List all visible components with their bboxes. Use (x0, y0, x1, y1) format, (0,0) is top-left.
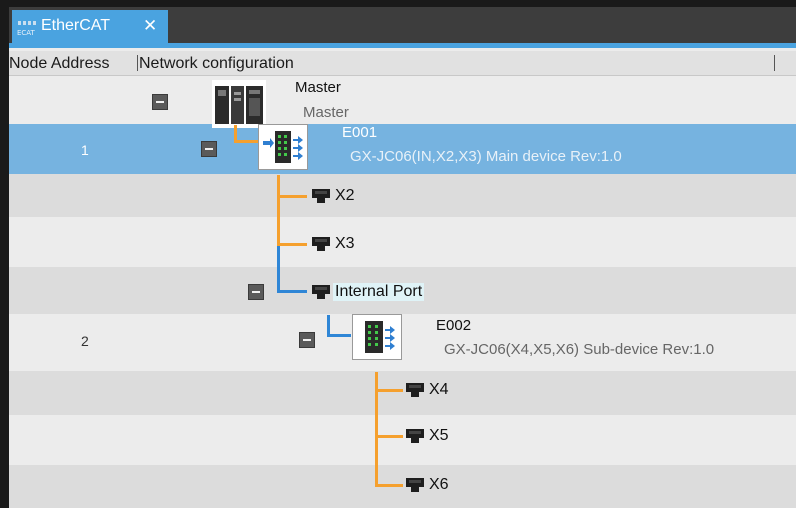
collapse-button-master[interactable] (152, 94, 168, 110)
network-config-panel: ECAT EtherCAT ✕ Node Address Network con… (9, 7, 796, 508)
cable-line (277, 243, 307, 246)
cable-line (375, 484, 403, 487)
table-row[interactable] (9, 76, 796, 124)
device-model: GX-JC06(X4,X5,X6) Sub-device Rev:1.0 (444, 341, 715, 358)
port-label: Internal Port (333, 283, 425, 301)
ethernet-port-icon (406, 478, 424, 492)
ethernet-port-icon (406, 383, 424, 397)
cable-line (327, 334, 351, 337)
io-module-icon (365, 321, 395, 353)
port-label: X3 (335, 235, 355, 252)
device-name: E002 (436, 317, 472, 334)
port-label: X5 (429, 427, 449, 444)
device-model: GX-JC06(IN,X2,X3) Main device Rev:1.0 (350, 148, 622, 165)
collapse-button-e002[interactable] (299, 332, 315, 348)
header-node-address[interactable]: Node Address (9, 55, 110, 73)
master-model: Master (303, 104, 349, 121)
ethernet-port-icon (312, 237, 330, 251)
column-divider[interactable] (137, 55, 138, 71)
port-label: X2 (335, 187, 355, 204)
tab-underline (9, 43, 796, 48)
table-row[interactable] (9, 415, 796, 465)
cable-line (375, 435, 403, 438)
node-address: 2 (81, 333, 89, 349)
device-name: E001 (342, 124, 378, 141)
node-address: 1 (81, 142, 89, 158)
device-e002-icon[interactable] (352, 314, 402, 360)
ethernet-port-icon (312, 189, 330, 203)
tab-bar: ECAT EtherCAT ✕ (9, 7, 796, 43)
cable-line (277, 290, 307, 293)
ethercat-icon: ECAT (16, 19, 38, 37)
device-e001-icon[interactable] (258, 124, 308, 170)
table-row[interactable] (9, 217, 796, 267)
tab-ethercat[interactable]: ECAT EtherCAT ✕ (12, 10, 168, 43)
table-row[interactable] (9, 174, 796, 217)
collapse-button-internal-port[interactable] (248, 284, 264, 300)
ethernet-port-icon (406, 429, 424, 443)
close-icon[interactable]: ✕ (143, 16, 157, 36)
cable-line (277, 246, 280, 293)
collapse-button-e001[interactable] (201, 141, 217, 157)
cable-line (234, 140, 260, 143)
plc-master-icon[interactable] (212, 80, 266, 128)
header-network-configuration[interactable]: Network configuration (139, 55, 294, 73)
column-header: Node Address Network configuration (9, 51, 796, 76)
tab-label: EtherCAT (41, 17, 111, 34)
ethernet-port-icon (312, 285, 330, 299)
cable-line (375, 389, 403, 392)
master-name: Master (295, 79, 341, 96)
table-row[interactable] (9, 371, 796, 415)
port-label: X6 (429, 476, 449, 493)
svg-text:ECAT: ECAT (17, 29, 36, 37)
io-module-icon (263, 131, 303, 163)
cable-line (277, 175, 280, 246)
port-label: X4 (429, 381, 449, 398)
cable-line (277, 195, 307, 198)
column-divider[interactable] (774, 55, 775, 71)
